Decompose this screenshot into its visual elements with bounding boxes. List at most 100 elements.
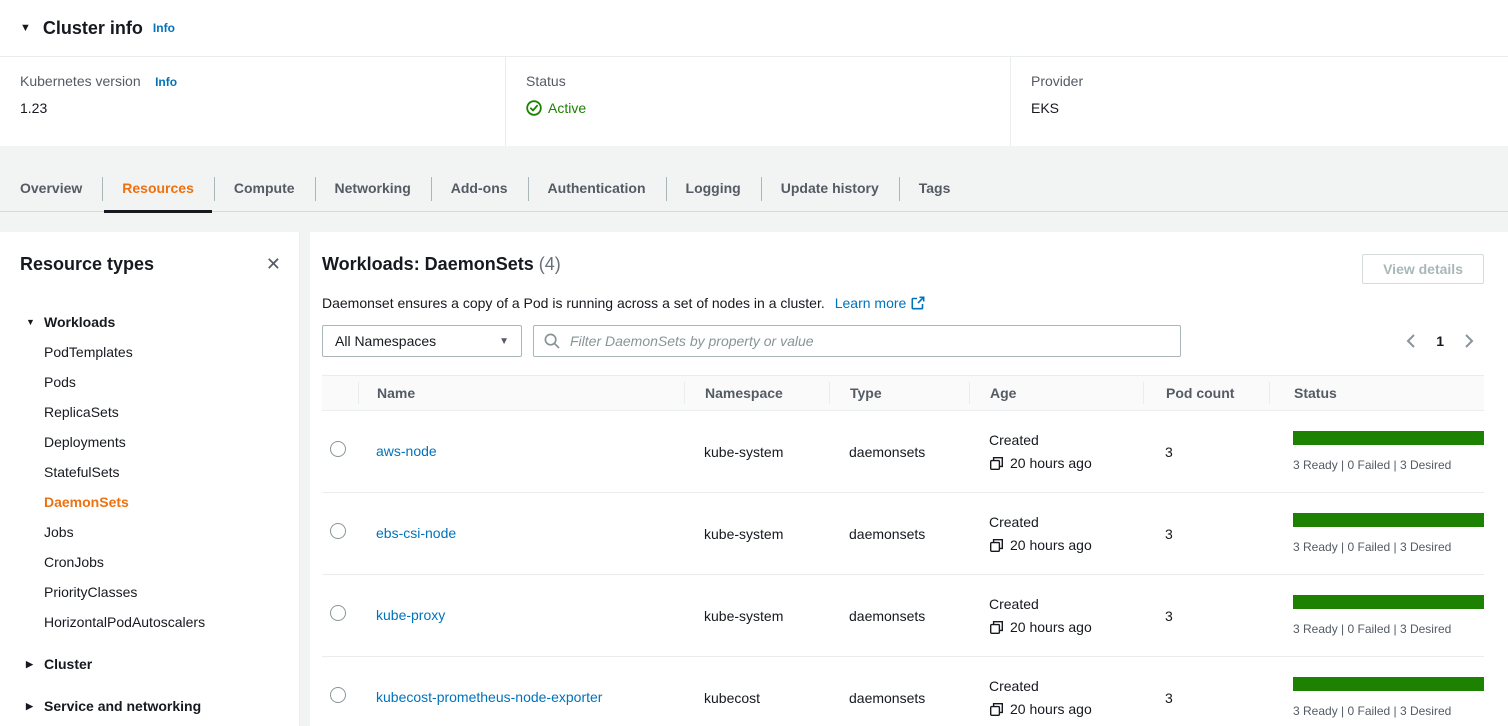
sidebar-item-daemonsets[interactable]: DaemonSets — [44, 487, 285, 517]
tab-compute[interactable]: Compute — [214, 168, 315, 211]
cluster-group-label: Cluster — [44, 656, 92, 672]
column-header-pod-count[interactable]: Pod count — [1143, 382, 1269, 404]
tabs-bar: Overview Resources Compute Networking Ad… — [0, 146, 1508, 212]
daemonset-name-link[interactable]: kubecost-prometheus-node-exporter — [376, 689, 602, 705]
section-collapse-caret-icon[interactable]: ▼ — [20, 22, 31, 34]
search-icon — [544, 333, 560, 349]
row-pod-count: 3 — [1143, 608, 1269, 624]
daemonsets-description: Daemonset ensures a copy of a Pod is run… — [322, 295, 825, 311]
eks-cluster-page: ▼ Cluster info Info Kubernetes version I… — [0, 0, 1508, 726]
learn-more-link[interactable]: Learn more — [835, 295, 926, 311]
sidebar-item-podtemplates[interactable]: PodTemplates — [44, 337, 285, 367]
resource-type-tree: ▼ Workloads PodTemplates Pods ReplicaSet… — [20, 307, 285, 721]
column-header-name[interactable]: Name — [358, 382, 684, 404]
previous-page-button[interactable] — [1396, 329, 1426, 353]
row-namespace: kube-system — [684, 526, 829, 542]
next-page-button[interactable] — [1454, 329, 1484, 353]
row-select-radio[interactable] — [330, 687, 346, 703]
sidebar-header: Resource types ✕ — [20, 254, 285, 275]
status-value-text: Active — [548, 100, 586, 116]
daemonsets-panel: Workloads: DaemonSets (4) View details D… — [310, 232, 1508, 726]
tab-networking[interactable]: Networking — [315, 168, 431, 211]
daemonset-name-link[interactable]: aws-node — [376, 443, 437, 459]
tab-add-ons[interactable]: Add-ons — [431, 168, 528, 211]
service-networking-group-label: Service and networking — [44, 698, 201, 714]
daemonset-name-link[interactable]: kube-proxy — [376, 607, 445, 623]
row-select-radio[interactable] — [330, 523, 346, 539]
tab-resources[interactable]: Resources — [102, 168, 214, 211]
row-namespace: kube-system — [684, 608, 829, 624]
kubernetes-version-field: Kubernetes version Info 1.23 — [0, 57, 505, 146]
column-header-namespace[interactable]: Namespace — [684, 382, 829, 404]
sidebar-item-priorityclasses[interactable]: PriorityClasses — [44, 577, 285, 607]
resource-types-sidebar: Resource types ✕ ▼ Workloads PodTemplate… — [0, 232, 300, 726]
namespace-select[interactable]: All Namespaces ▼ — [322, 325, 522, 357]
status-field: Status Active — [505, 57, 1010, 146]
copy-icon[interactable] — [989, 538, 1004, 553]
namespace-select-value: All Namespaces — [335, 333, 436, 349]
caret-down-icon: ▼ — [26, 317, 36, 327]
tab-logging[interactable]: Logging — [666, 168, 761, 211]
filter-toolbar: All Namespaces ▼ 1 — [322, 325, 1484, 357]
copy-icon[interactable] — [989, 620, 1004, 635]
row-status: 3 Ready | 0 Failed | 3 Desired — [1269, 677, 1484, 718]
chevron-down-icon: ▼ — [499, 336, 509, 347]
row-age: Created 20 hours ago — [969, 514, 1143, 553]
row-namespace: kubecost — [684, 690, 829, 706]
sidebar-group-workloads[interactable]: ▼ Workloads — [20, 307, 285, 337]
column-header-status[interactable]: Status — [1269, 382, 1484, 404]
row-age-value: 20 hours ago — [1010, 619, 1092, 635]
check-circle-icon — [526, 100, 542, 116]
close-icon[interactable]: ✕ — [262, 254, 285, 275]
tab-overview[interactable]: Overview — [0, 168, 102, 211]
tab-authentication[interactable]: Authentication — [528, 168, 666, 211]
row-age-value: 20 hours ago — [1010, 701, 1092, 717]
status-summary-text: 3 Ready | 0 Failed | 3 Desired — [1293, 458, 1484, 472]
tab-update-history[interactable]: Update history — [761, 168, 899, 211]
row-age-label: Created — [989, 514, 1143, 530]
row-age-label: Created — [989, 678, 1143, 694]
copy-icon[interactable] — [989, 456, 1004, 471]
sidebar-group-service-networking[interactable]: ▶ Service and networking — [20, 691, 285, 721]
sidebar-item-jobs[interactable]: Jobs — [44, 517, 285, 547]
cluster-summary-panel: Kubernetes version Info 1.23 Status Acti… — [0, 57, 1508, 146]
page-number[interactable]: 1 — [1426, 333, 1454, 349]
pagination: 1 — [1396, 329, 1484, 353]
provider-label: Provider — [1031, 73, 1083, 89]
column-header-type[interactable]: Type — [829, 382, 969, 404]
daemonsets-count: (4) — [539, 254, 561, 274]
sidebar-item-replicasets[interactable]: ReplicaSets — [44, 397, 285, 427]
row-type: daemonsets — [829, 608, 969, 624]
sidebar-item-horizontalpodautoscalers[interactable]: HorizontalPodAutoscalers — [44, 607, 285, 637]
view-details-button[interactable]: View details — [1362, 254, 1484, 284]
daemonset-name-link[interactable]: ebs-csi-node — [376, 525, 456, 541]
row-namespace: kube-system — [684, 444, 829, 460]
row-type: daemonsets — [829, 690, 969, 706]
sidebar-item-pods[interactable]: Pods — [44, 367, 285, 397]
chevron-right-icon — [1462, 333, 1476, 349]
table-row: ebs-csi-node kube-system daemonsets Crea… — [322, 493, 1484, 575]
sidebar-item-deployments[interactable]: Deployments — [44, 427, 285, 457]
external-link-icon — [911, 296, 925, 310]
sidebar-item-cronjobs[interactable]: CronJobs — [44, 547, 285, 577]
table-header-row: Name Namespace Type Age Pod count Status — [322, 375, 1484, 411]
tab-tags[interactable]: Tags — [899, 168, 971, 211]
row-age: Created 20 hours ago — [969, 678, 1143, 717]
row-age-label: Created — [989, 432, 1143, 448]
search-input[interactable] — [533, 325, 1181, 357]
row-status: 3 Ready | 0 Failed | 3 Desired — [1269, 513, 1484, 554]
row-type: daemonsets — [829, 444, 969, 460]
select-all-header — [322, 382, 358, 404]
provider-field: Provider EKS — [1010, 57, 1508, 146]
table-row: aws-node kube-system daemonsets Created … — [322, 411, 1484, 493]
column-header-age[interactable]: Age — [969, 382, 1143, 404]
sidebar-item-statefulsets[interactable]: StatefulSets — [44, 457, 285, 487]
kubernetes-version-info-link[interactable]: Info — [155, 75, 177, 89]
copy-icon[interactable] — [989, 702, 1004, 717]
status-progress-bar — [1293, 513, 1484, 527]
row-select-radio[interactable] — [330, 441, 346, 457]
sidebar-group-cluster[interactable]: ▶ Cluster — [20, 649, 285, 679]
row-select-radio[interactable] — [330, 605, 346, 621]
caret-right-icon: ▶ — [26, 659, 36, 670]
cluster-info-link[interactable]: Info — [153, 21, 175, 35]
